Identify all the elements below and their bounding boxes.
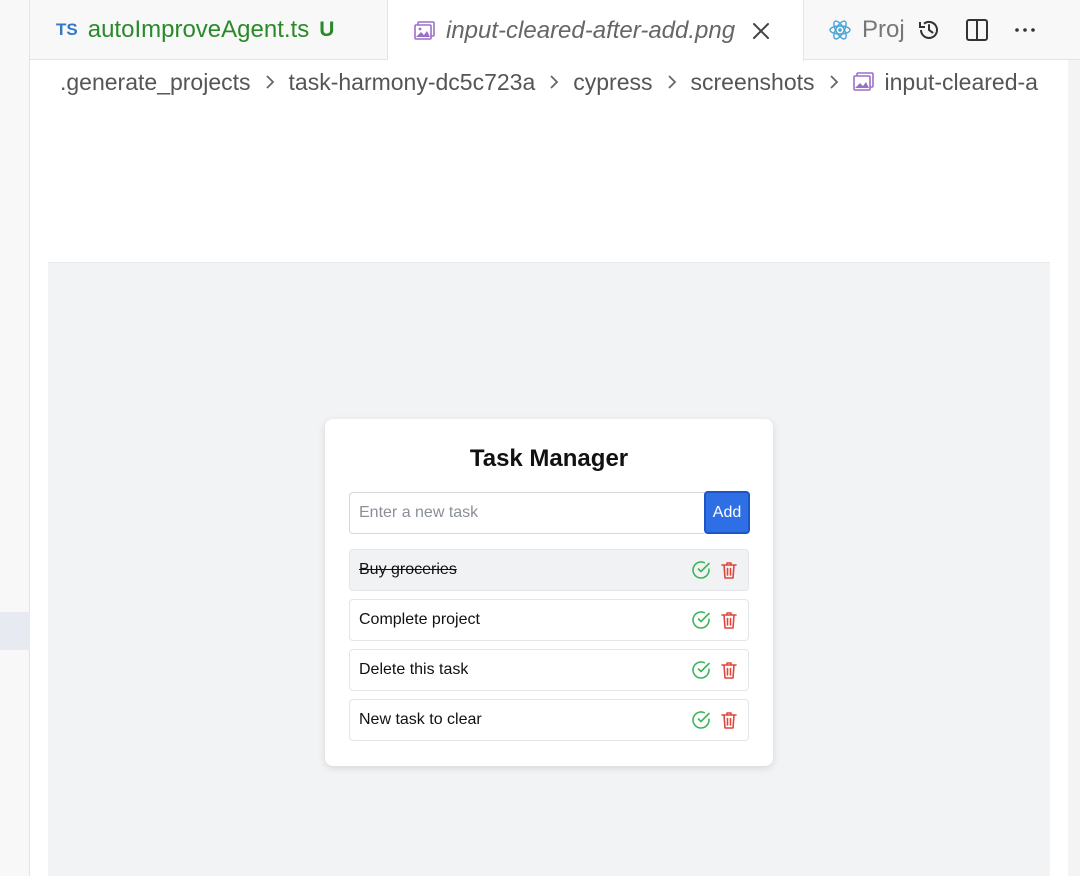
- check-circle-icon[interactable]: [691, 610, 711, 630]
- trash-icon[interactable]: [719, 560, 739, 580]
- add-task-button[interactable]: Add: [704, 491, 750, 534]
- task-actions: [691, 660, 739, 680]
- modified-badge: U: [319, 18, 335, 41]
- task-row: Complete project: [349, 599, 749, 641]
- breadcrumb: .generate_projects task-harmony-dc5c723a…: [60, 62, 1080, 102]
- chevron-right-icon: [550, 75, 559, 89]
- image-icon: [414, 20, 435, 40]
- editor-actions: [910, 0, 1080, 60]
- breadcrumb-item[interactable]: .generate_projects: [60, 69, 251, 96]
- scrollbar-track[interactable]: [1068, 60, 1080, 876]
- breadcrumb-item[interactable]: task-harmony-dc5c723a: [289, 69, 536, 96]
- check-circle-icon[interactable]: [691, 710, 711, 730]
- trash-icon[interactable]: [719, 710, 739, 730]
- trash-icon[interactable]: [719, 610, 739, 630]
- task-row: New task to clear: [349, 699, 749, 741]
- breadcrumb-item[interactable]: input-cleared-a: [885, 69, 1038, 96]
- activity-gutter: [0, 0, 30, 876]
- task-row: Delete this task: [349, 649, 749, 691]
- more-actions-icon[interactable]: [1012, 17, 1038, 43]
- tab-proj[interactable]: Proj: [804, 0, 908, 60]
- task-actions: [691, 610, 739, 630]
- tab-label: Proj: [862, 16, 905, 43]
- app-title: Task Manager: [469, 445, 629, 472]
- gutter-highlight: [0, 612, 30, 650]
- chevron-right-icon: [667, 75, 676, 89]
- chevron-right-icon: [265, 75, 274, 89]
- tab-input-cleared-after-add[interactable]: input-cleared-after-add.png: [388, 0, 804, 61]
- check-circle-icon[interactable]: [691, 560, 711, 580]
- split-editor-icon[interactable]: [964, 17, 990, 43]
- task-text: Buy groceries: [359, 561, 457, 578]
- tab-autoimproveagent[interactable]: TS autoImproveAgent.ts U: [30, 0, 388, 60]
- editor-tab-bar: TS autoImproveAgent.ts U input-cleared-a…: [30, 0, 1080, 61]
- task-manager-card: Task Manager Add Buy groceries Complete …: [325, 419, 773, 766]
- task-text: Delete this task: [359, 661, 469, 678]
- task-row: Buy groceries: [349, 549, 749, 591]
- tab-label: input-cleared-after-add.png: [446, 16, 736, 44]
- react-icon: [829, 20, 851, 40]
- image-icon: [852, 72, 874, 91]
- history-icon[interactable]: [916, 17, 942, 43]
- task-actions: [691, 710, 739, 730]
- task-text: Complete project: [359, 611, 480, 628]
- breadcrumb-item[interactable]: screenshots: [691, 69, 815, 96]
- trash-icon[interactable]: [719, 660, 739, 680]
- task-actions: [691, 560, 739, 580]
- chevron-right-icon: [829, 75, 838, 89]
- typescript-icon: TS: [56, 20, 78, 39]
- task-text: New task to clear: [359, 711, 482, 728]
- new-task-input[interactable]: [349, 492, 705, 534]
- check-circle-icon[interactable]: [691, 660, 711, 680]
- close-icon[interactable]: [751, 21, 771, 41]
- tab-label: autoImproveAgent.ts: [87, 16, 310, 43]
- breadcrumb-item[interactable]: cypress: [573, 69, 652, 96]
